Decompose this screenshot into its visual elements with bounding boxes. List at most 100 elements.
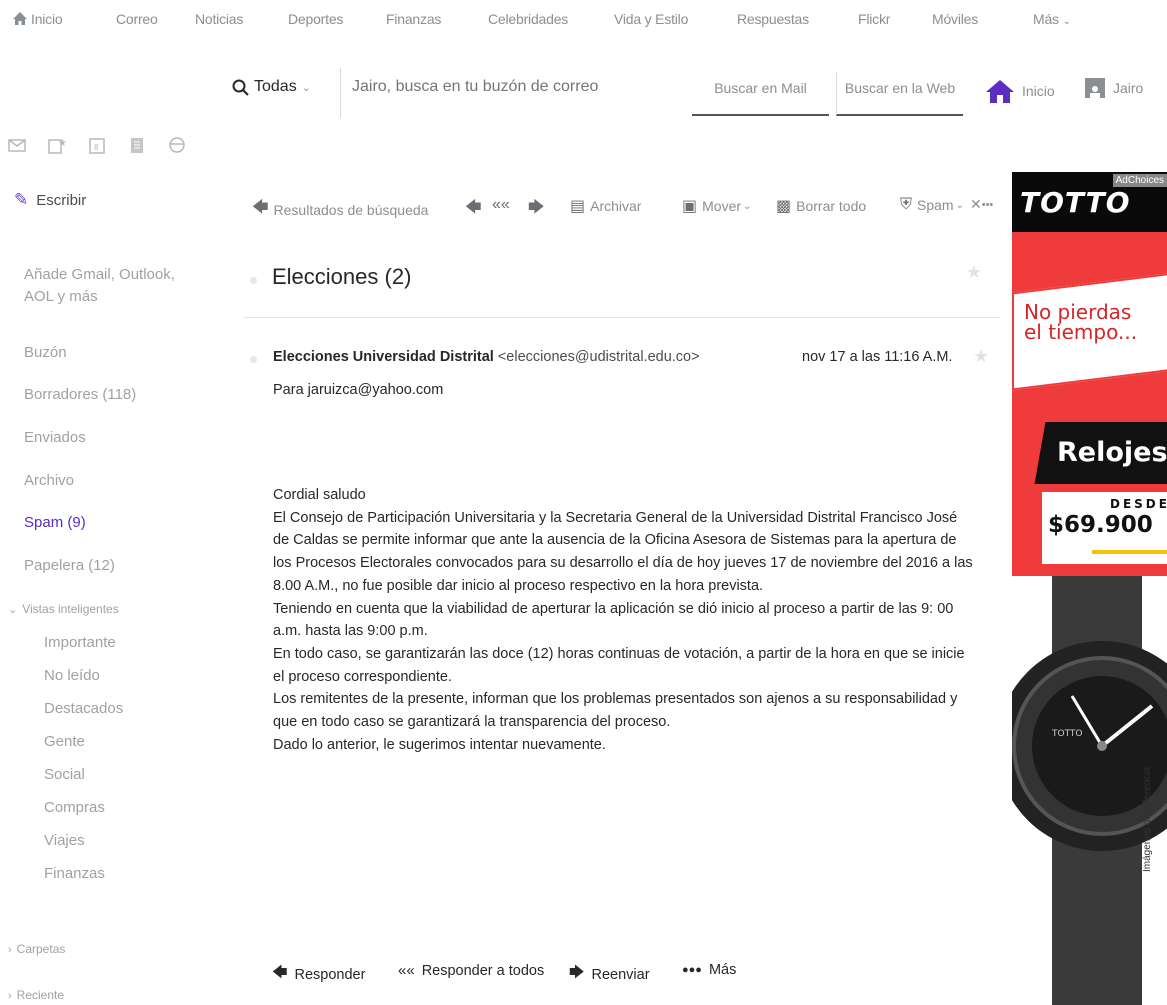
nav-item-noticias[interactable]: Noticias [195, 11, 243, 27]
nav-item-flickr[interactable]: Flickr [858, 11, 890, 27]
chevron-down-icon: ⌄ [955, 199, 964, 211]
more-actions-button[interactable]: ●●● Más [682, 962, 736, 978]
recipient: Para jaruizca@yahoo.com [273, 382, 444, 398]
close-icon: ✕ [970, 196, 982, 212]
archive-icon: ▤ [570, 198, 586, 215]
back-to-results-button[interactable]: 🡄 Resultados de búsqueda [252, 196, 428, 223]
archive-button[interactable]: ▤ Archivar [570, 196, 641, 216]
sidebar-item-spam[interactable]: Spam (9) [24, 512, 86, 534]
recent-header[interactable]: › Reciente [8, 988, 64, 1002]
search-web-button[interactable]: Buscar en la Web [836, 72, 963, 116]
contacts-icon[interactable]: ★ [48, 136, 67, 154]
ad-underline [1092, 550, 1167, 554]
body-paragraph: Cordial saludo [273, 487, 366, 503]
sidebar-item-trash[interactable]: Papelera (12) [24, 555, 115, 577]
smart-view-people[interactable]: Gente [44, 733, 85, 750]
nav-item-moviles[interactable]: Móviles [932, 11, 978, 27]
reply-all-icon: «« [492, 196, 510, 213]
reply-icon-button[interactable]: 🡄 [465, 196, 487, 223]
search-scope-dropdown[interactable]: Todas ⌄ [232, 78, 311, 96]
sidebar-item-inbox[interactable]: Buzón [24, 342, 67, 364]
folder-move-icon: ▣ [682, 198, 698, 215]
chevron-down-icon: ⌄ [743, 200, 752, 212]
reply-all-button[interactable]: «« Responder a todos [398, 962, 544, 979]
search-icon [232, 79, 249, 96]
delete-all-button[interactable]: ▩ Borrar todo [776, 196, 866, 216]
nav-item-finanzas[interactable]: Finanzas [386, 11, 441, 27]
nav-item-vida-estilo[interactable]: Vida y Estilo [614, 11, 688, 27]
user-menu[interactable]: Jairo [1085, 78, 1143, 98]
calendar-icon[interactable]: 8 [88, 136, 106, 154]
adchoices-icon[interactable]: AdChoices [1112, 174, 1167, 187]
reply-all-icon-button[interactable]: «« [492, 196, 515, 214]
chevron-right-icon: › [8, 944, 12, 956]
ellipsis-icon: ●●● [682, 964, 702, 976]
watch-brand-label: TOTTO [1051, 729, 1083, 739]
mail-icon[interactable] [8, 136, 26, 154]
unread-dot[interactable] [250, 356, 257, 363]
sidebar-item-sent[interactable]: Enviados [24, 427, 86, 449]
svg-text:★: ★ [58, 138, 66, 149]
smart-view-shopping[interactable]: Compras [44, 799, 105, 816]
ad-headline: No pierdas el tiempo... [1024, 300, 1138, 344]
forward-icon: 🡆 [569, 964, 585, 981]
trash-icon: ▩ [776, 198, 792, 215]
smart-view-unread[interactable]: No leído [44, 667, 100, 684]
compose-button[interactable]: ✎ Escribir [14, 190, 86, 210]
reply-icon: 🡄 [465, 199, 482, 216]
nav-item-respuestas[interactable]: Respuestas [737, 11, 809, 27]
body-paragraph: En todo caso, se garantizarán las doce (… [273, 645, 965, 685]
close-button[interactable]: ✕ ••• [970, 196, 993, 213]
smart-views-header[interactable]: ⌄ Vistas inteligentes [8, 602, 119, 616]
arrow-left-icon: 🡄 [252, 199, 269, 216]
sidebar-item-drafts[interactable]: Borradores (118) [24, 384, 136, 406]
add-accounts-link[interactable]: Añade Gmail, Outlook, AOL y más [24, 264, 175, 308]
sender[interactable]: Elecciones Universidad Distrital <elecci… [273, 349, 700, 365]
ad-product: Relojes [1057, 437, 1167, 468]
smart-view-important[interactable]: Importante [44, 634, 116, 651]
nav-item-correo[interactable]: Correo [116, 11, 158, 27]
home-link[interactable]: Inicio [984, 78, 1055, 104]
smart-view-starred[interactable]: Destacados [44, 700, 123, 717]
search-mail-button[interactable]: Buscar en Mail [692, 72, 829, 116]
home-icon [986, 80, 1014, 103]
chevron-down-icon: ⌄ [8, 604, 18, 616]
star-icon[interactable]: ★ [966, 262, 982, 283]
reply-button[interactable]: 🡄 Responder [272, 962, 365, 987]
chevron-down-icon: ⌄ [301, 81, 311, 94]
ad-footnote: Imágenes de referencia [1142, 766, 1153, 872]
sidebar-item-archive[interactable]: Archivo [24, 470, 74, 492]
nav-item-deportes[interactable]: Deportes [288, 11, 343, 27]
avatar [1085, 78, 1105, 98]
smart-view-finance[interactable]: Finanzas [44, 865, 105, 882]
body-paragraph: Dado lo anterior, le sugerimos intentar … [273, 736, 606, 753]
forward-button[interactable]: 🡆 Reenviar [569, 962, 650, 987]
app-switcher: ★ 8 [8, 136, 186, 154]
nav-item-inicio[interactable]: Inicio [12, 11, 63, 27]
move-button[interactable]: ▣ Mover ⌄ [682, 196, 751, 216]
top-nav: Inicio Correo Noticias Deportes Finanzas… [0, 0, 1167, 40]
nav-item-celebridades[interactable]: Celebridades [488, 11, 568, 27]
folders-header[interactable]: › Carpetas [8, 942, 65, 956]
unread-dot[interactable] [250, 277, 257, 284]
smart-view-social[interactable]: Social [44, 766, 85, 783]
body-paragraph: Los remitentes de la presente, informan … [273, 691, 958, 731]
svg-text:8: 8 [94, 143, 99, 152]
chevron-right-icon: › [8, 990, 12, 1002]
reply-all-icon: «« [398, 962, 415, 979]
notepad-icon[interactable] [128, 136, 146, 154]
spam-button[interactable]: ⛨ Spam ⌄ [900, 196, 964, 214]
forward-icon-button[interactable]: 🡆 [528, 196, 550, 223]
message-date: nov 17 a las 11:16 A.M. [802, 349, 953, 365]
search-input[interactable] [352, 78, 672, 96]
advertisement[interactable]: TOTTO AdChoices No pierdas el tiempo... … [1012, 172, 1167, 1005]
search-divider [340, 68, 341, 118]
message-body: Cordial saludo El Consejo de Participaci… [273, 484, 973, 756]
home-icon [13, 12, 27, 25]
pencil-icon: ✎ [14, 190, 29, 209]
star-icon[interactable]: ★ [973, 346, 989, 367]
messenger-icon[interactable] [168, 136, 186, 154]
smart-view-travel[interactable]: Viajes [44, 832, 85, 849]
nav-item-mas[interactable]: Más ⌄ [1033, 11, 1071, 27]
body-paragraph: Teniendo en cuenta que la viabilidad de … [273, 600, 954, 640]
